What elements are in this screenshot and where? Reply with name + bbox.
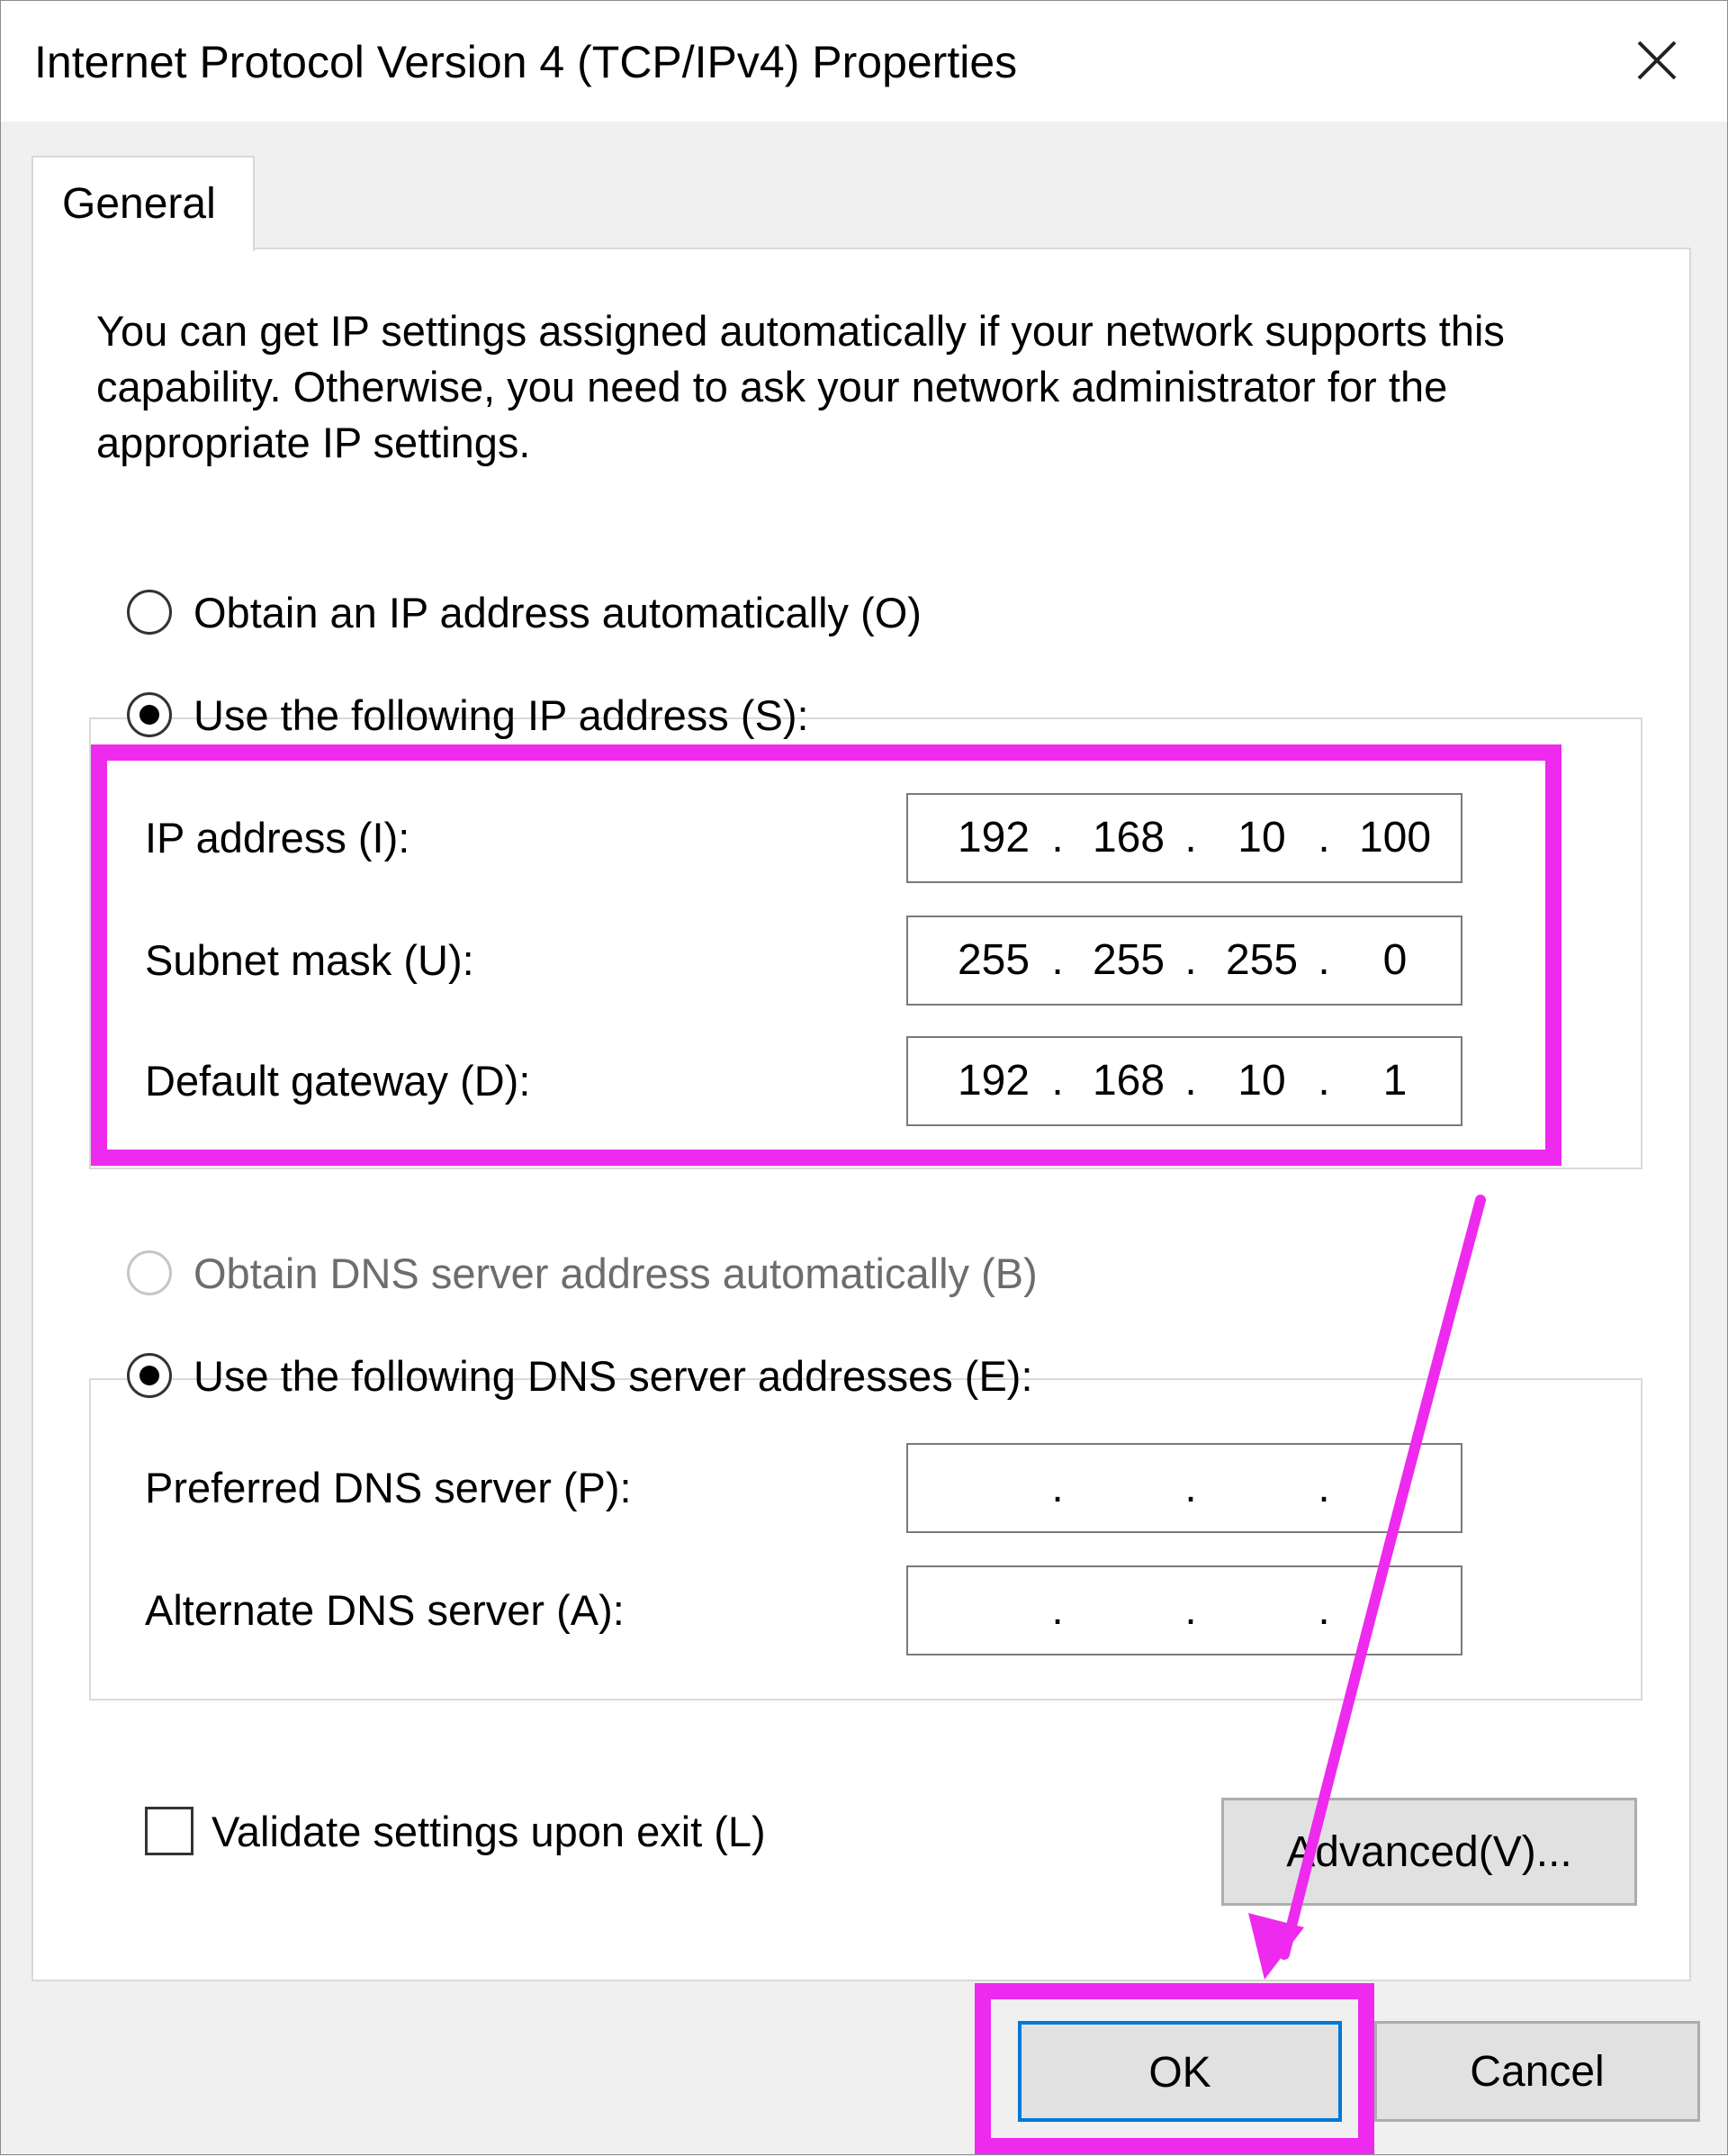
radio-obtain-dns-auto[interactable]: Obtain DNS server address automatically … (127, 1247, 1038, 1301)
close-icon (1637, 41, 1677, 80)
preferred-dns-field[interactable]: . . . (906, 1443, 1462, 1533)
ip-octet[interactable]: 0 (1346, 917, 1444, 1004)
ip-separator: . (1318, 1586, 1330, 1634)
radio-obtain-ip-auto[interactable]: Obtain an IP address automatically (O) (127, 586, 922, 640)
radio-use-following-dns[interactable]: Use the following DNS server addresses (… (127, 1349, 1033, 1403)
ip-separator: . (1051, 1586, 1064, 1634)
radio-use-following-ip[interactable]: Use the following IP address (S): (127, 689, 809, 743)
subnet-mask-field[interactable]: 255 . 255 . 255 . 0 (906, 916, 1462, 1006)
ip-octet[interactable]: 10 (1212, 1038, 1311, 1124)
window-title: Internet Protocol Version 4 (TCP/IPv4) P… (34, 37, 1018, 87)
ip-separator: . (1184, 1586, 1197, 1634)
ip-address-label: IP address (I): (145, 814, 410, 861)
radio-button[interactable] (127, 590, 172, 635)
tab-general[interactable]: General (32, 156, 255, 251)
ip-octet[interactable]: 1 (1346, 1038, 1444, 1124)
ip-octet[interactable]: 255 (1079, 917, 1178, 1004)
radio-selected-dot (140, 705, 159, 725)
title-bar: Internet Protocol Version 4 (TCP/IPv4) P… (1, 1, 1727, 122)
radio-button[interactable] (127, 1353, 172, 1398)
default-gateway-label: Default gateway (D): (145, 1057, 531, 1105)
radio-obtain-dns-auto-label: Obtain DNS server address automatically … (194, 1249, 1038, 1297)
radio-use-following-ip-label: Use the following IP address (S): (194, 691, 809, 739)
advanced-button[interactable]: Advanced(V)... (1221, 1798, 1637, 1906)
preferred-dns-label: Preferred DNS server (P): (145, 1464, 632, 1511)
ip-separator: . (1318, 814, 1330, 861)
ip-octet[interactable]: 168 (1079, 1038, 1178, 1124)
validate-settings-label: Validate settings upon exit (L) (212, 1808, 766, 1855)
ip-separator: . (1318, 936, 1330, 984)
radio-button[interactable] (127, 1250, 172, 1295)
ip-separator: . (1051, 936, 1064, 984)
ip-octet[interactable]: 10 (1212, 795, 1311, 881)
alternate-dns-field[interactable]: . . . (906, 1565, 1462, 1655)
ok-button[interactable]: OK (1018, 2021, 1342, 2122)
alternate-dns-label: Alternate DNS server (A): (145, 1586, 625, 1634)
ip-separator: . (1318, 1464, 1330, 1511)
ip-octet[interactable]: 168 (1079, 795, 1178, 881)
tcpipv4-properties-dialog: Internet Protocol Version 4 (TCP/IPv4) P… (0, 0, 1728, 2155)
radio-obtain-ip-auto-label: Obtain an IP address automatically (O) (194, 589, 922, 636)
ip-separator: . (1184, 936, 1197, 984)
ip-address-field[interactable]: 192 . 168 . 10 . 100 (906, 793, 1462, 883)
close-button[interactable] (1621, 28, 1693, 95)
tab-general-label: General (62, 180, 216, 228)
ip-octet[interactable]: 192 (944, 795, 1043, 881)
ip-separator: . (1051, 1464, 1064, 1511)
default-gateway-field[interactable]: 192 . 168 . 10 . 1 (906, 1036, 1462, 1126)
radio-use-following-dns-label: Use the following DNS server addresses (… (194, 1352, 1033, 1400)
subnet-mask-label: Subnet mask (U): (145, 936, 474, 984)
radio-selected-dot (140, 1366, 159, 1385)
radio-button[interactable] (127, 692, 172, 737)
ip-separator: . (1051, 1057, 1064, 1105)
ip-separator: . (1318, 1057, 1330, 1105)
ip-separator: . (1051, 814, 1064, 861)
cancel-button[interactable]: Cancel (1374, 2021, 1700, 2122)
ip-octet[interactable]: 192 (944, 1038, 1043, 1124)
validate-settings-checkbox[interactable] (145, 1807, 194, 1855)
ip-separator: . (1184, 814, 1197, 861)
intro-text: You can get IP settings assigned automat… (96, 307, 1505, 466)
ip-separator: . (1184, 1464, 1197, 1511)
ip-octet[interactable]: 255 (1212, 917, 1311, 1004)
ip-octet[interactable]: 100 (1346, 795, 1444, 881)
ip-separator: . (1184, 1057, 1197, 1105)
ip-octet[interactable]: 255 (944, 917, 1043, 1004)
